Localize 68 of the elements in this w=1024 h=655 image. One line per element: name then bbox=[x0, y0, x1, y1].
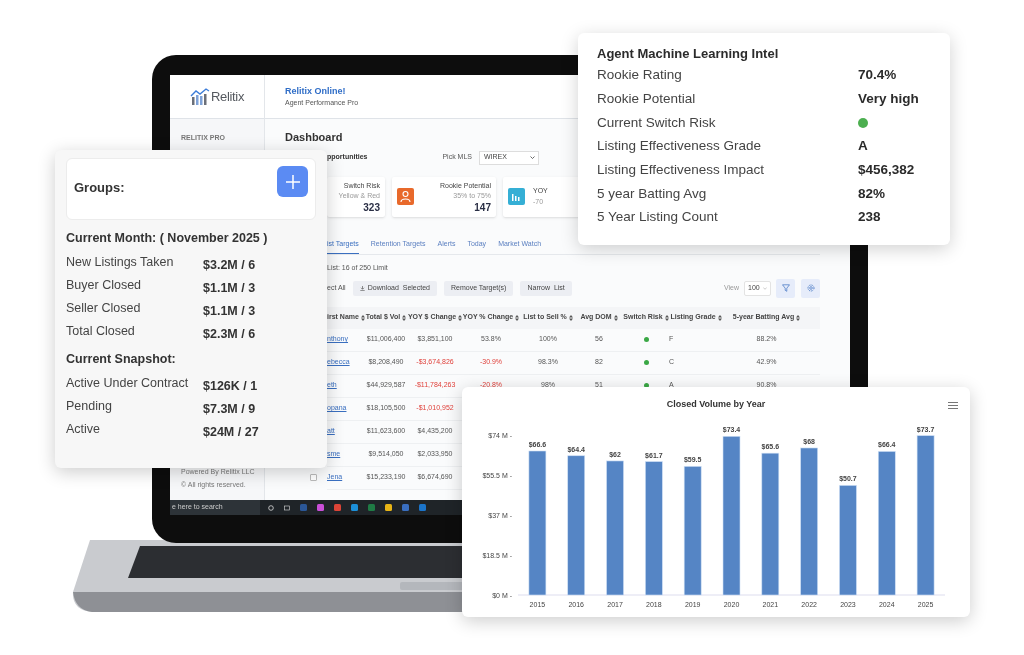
metric-label: Listing Effectiveness Grade bbox=[597, 137, 763, 156]
task-view-icon[interactable] bbox=[284, 504, 290, 511]
app-icon[interactable] bbox=[385, 504, 392, 511]
metric-label: New Listings Taken bbox=[66, 253, 175, 268]
metric-value: 82% bbox=[858, 184, 886, 203]
metric-label: Buyer Closed bbox=[66, 276, 143, 291]
sort-icon bbox=[568, 314, 573, 321]
metric-label: Current Switch Risk bbox=[597, 113, 717, 132]
metric-label: Rookie Potential bbox=[597, 89, 697, 108]
app-icon[interactable] bbox=[351, 504, 358, 511]
brand-name: Relitix bbox=[210, 87, 245, 106]
app-icon[interactable] bbox=[317, 504, 324, 511]
metric-value: $126K / 1 bbox=[203, 377, 258, 395]
metric-value: $456,382 bbox=[858, 160, 915, 179]
metric-value: $3.2M / 6 bbox=[203, 256, 256, 274]
add-button[interactable] bbox=[277, 166, 308, 197]
metric-value: 238 bbox=[858, 208, 881, 227]
metric-label: 5 year Batting Avg bbox=[597, 184, 708, 203]
metric-label: Pending bbox=[66, 397, 113, 412]
circle-icon[interactable] bbox=[268, 504, 274, 511]
sort-icon bbox=[613, 314, 618, 321]
sort-icon bbox=[796, 314, 801, 321]
metric-value: $24M / 27 bbox=[203, 423, 259, 441]
card-title: Agent Machine Learning Intel bbox=[597, 45, 779, 63]
metric-value: A bbox=[858, 137, 868, 156]
card-title: Groups: bbox=[74, 179, 125, 197]
app-icon[interactable] bbox=[402, 504, 409, 511]
sort-icon bbox=[515, 314, 520, 321]
metric-label: Listing Effectiveness Impact bbox=[597, 160, 766, 179]
metric-label: Active Under Contract bbox=[66, 374, 190, 389]
gear-icon bbox=[806, 284, 815, 292]
logo-icon bbox=[189, 87, 210, 106]
metric-label: Active bbox=[66, 420, 102, 435]
settings-button[interactable] bbox=[801, 278, 820, 298]
page-title: Dashboard bbox=[285, 130, 343, 145]
filter-icon bbox=[781, 284, 790, 292]
plus-icon bbox=[284, 173, 301, 190]
metric-label: Rookie Rating bbox=[597, 66, 683, 85]
metric-label: Total Closed bbox=[66, 322, 136, 337]
metric-value: $2.3M / 6 bbox=[203, 325, 256, 343]
metric-value: $1.1M / 3 bbox=[203, 302, 256, 320]
metric-label: 5 Year Listing Count bbox=[597, 208, 719, 227]
app-icon[interactable] bbox=[300, 504, 307, 511]
chevron-icon bbox=[530, 156, 535, 159]
sort-icon bbox=[458, 314, 463, 321]
metric-value: 70.4% bbox=[858, 66, 897, 85]
section-heading: Current Month: ( November 2025 ) bbox=[66, 230, 268, 247]
sort-icon bbox=[360, 314, 365, 321]
chevron-icon bbox=[763, 286, 767, 290]
row-checkbox[interactable] bbox=[310, 474, 317, 481]
sort-icon bbox=[664, 314, 669, 321]
download-icon bbox=[359, 285, 365, 291]
app-icon[interactable] bbox=[419, 504, 426, 511]
sort-icon bbox=[717, 314, 722, 321]
metric-value: $7.3M / 9 bbox=[203, 400, 256, 418]
menu-icon[interactable] bbox=[948, 402, 958, 409]
sort-icon bbox=[402, 314, 407, 321]
metric-value: $1.1M / 3 bbox=[203, 279, 256, 297]
metric-value: Very high bbox=[858, 89, 919, 108]
filter-button[interactable] bbox=[776, 278, 795, 298]
chart-title: Closed Volume by Year bbox=[666, 398, 766, 412]
app-icon[interactable] bbox=[334, 504, 341, 511]
app-icon[interactable] bbox=[368, 504, 375, 511]
section-heading: Current Snapshot: bbox=[66, 350, 176, 368]
stat-value: 323 bbox=[363, 201, 380, 213]
app-title: Relitix Online! bbox=[285, 84, 346, 98]
metric-label: Seller Closed bbox=[66, 299, 142, 314]
stat-value: 147 bbox=[474, 201, 491, 213]
